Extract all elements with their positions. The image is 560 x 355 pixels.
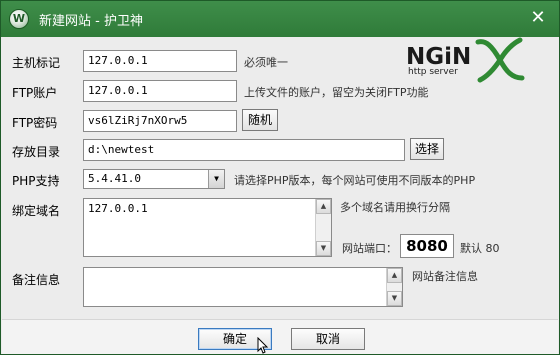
logo-x-icon xyxy=(475,37,525,83)
dialog-window: W 新建网站 - 护卫神 ✕ 主机标记 127.0.0.1 必须唯一 FTP账户… xyxy=(0,0,560,355)
logo-subtitle: http server xyxy=(408,67,458,77)
app-icon: W xyxy=(9,9,29,29)
port-input[interactable]: 8080 xyxy=(400,234,454,258)
domain-label: 绑定域名 xyxy=(12,204,61,218)
port-default-hint: 默认 80 xyxy=(460,242,500,255)
domain-value: 127.0.0.1 xyxy=(88,202,148,215)
host-label: 主机标记 xyxy=(12,56,61,70)
port-label: 网站端口： xyxy=(342,242,397,255)
dir-label: 存放目录 xyxy=(12,145,61,159)
domain-textarea[interactable]: 127.0.0.1 ▲ ▼ xyxy=(83,198,332,257)
form-area: 主机标记 127.0.0.1 必须唯一 FTP账户 127.0.0.1 上传文件… xyxy=(2,37,558,319)
title-bar[interactable]: W 新建网站 - 护卫神 ✕ xyxy=(1,1,559,37)
ftp-user-hint: 上传文件的账户，留空为关闭FTP功能 xyxy=(244,86,429,99)
close-icon[interactable]: ✕ xyxy=(527,7,549,29)
note-textarea[interactable]: ▲ ▼ xyxy=(83,267,403,307)
mouse-cursor-icon xyxy=(257,337,269,354)
ftp-pass-input[interactable]: vs6lZiRj7nXOrw5 xyxy=(83,110,237,132)
note-hint: 网站备注信息 xyxy=(412,270,478,283)
scroll-up-icon[interactable]: ▲ xyxy=(387,268,402,283)
scroll-down-icon[interactable]: ▼ xyxy=(387,291,402,306)
random-button[interactable]: 随机 xyxy=(242,109,278,131)
php-version-value: 5.4.41.0 xyxy=(88,172,141,185)
chevron-down-icon[interactable]: ▼ xyxy=(208,170,224,188)
php-version-select[interactable]: 5.4.41.0 ▼ xyxy=(83,169,225,189)
ftp-user-label: FTP账户 xyxy=(12,86,58,100)
window-title: 新建网站 - 护卫神 xyxy=(39,14,143,29)
scroll-down-icon[interactable]: ▼ xyxy=(316,241,331,256)
nginx-logo: NGiN http server xyxy=(406,37,526,86)
domain-hint: 多个域名请用换行分隔 xyxy=(340,201,450,214)
ftp-pass-label: FTP密码 xyxy=(12,116,58,130)
domain-scrollbar[interactable]: ▲ ▼ xyxy=(315,199,331,256)
php-hint: 请选择PHP版本，每个网站可使用不同版本的PHP xyxy=(234,174,476,187)
php-label: PHP支持 xyxy=(12,174,60,188)
scroll-up-icon[interactable]: ▲ xyxy=(316,199,331,214)
host-input[interactable]: 127.0.0.1 xyxy=(83,50,237,72)
dialog-footer: 确定 取消 xyxy=(2,319,558,354)
note-label: 备注信息 xyxy=(12,273,61,287)
cancel-button[interactable]: 取消 xyxy=(291,328,365,350)
note-scrollbar[interactable]: ▲ ▼ xyxy=(386,268,402,306)
dir-input[interactable]: d:\newtest xyxy=(83,139,405,161)
browse-button[interactable]: 选择 xyxy=(410,138,444,160)
host-hint: 必须唯一 xyxy=(244,56,288,69)
ftp-user-input[interactable]: 127.0.0.1 xyxy=(83,80,237,102)
